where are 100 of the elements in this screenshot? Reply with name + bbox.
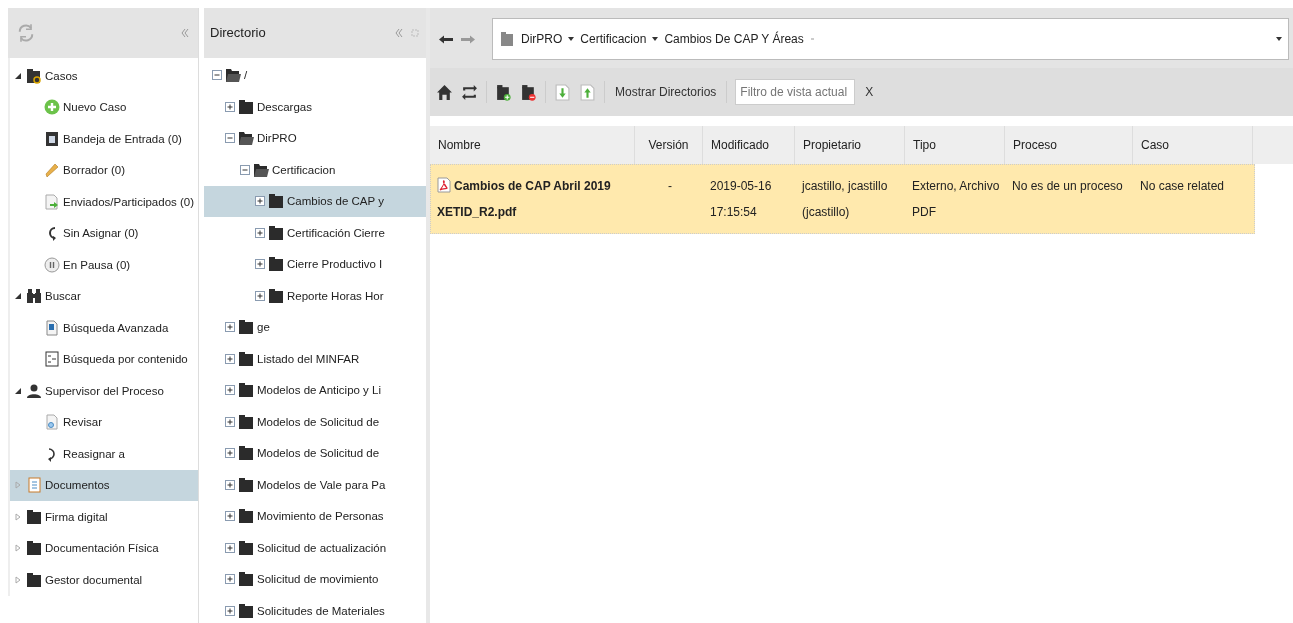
tree-item[interactable]: Solicitud de movimiento (204, 563, 426, 596)
document-icon (44, 319, 60, 336)
expand-icon[interactable] (255, 196, 265, 207)
tree-item[interactable]: Solicitud de actualización (204, 532, 426, 564)
show-directories-button[interactable]: Mostrar Directorios (613, 83, 719, 101)
folder-icon (225, 67, 241, 84)
expand-icon[interactable] (255, 290, 265, 301)
nav-item[interactable]: Supervisor del Proceso (10, 375, 198, 407)
expand-icon[interactable] (225, 322, 235, 333)
nav-item[interactable]: Documentación Física (10, 532, 198, 564)
folder-icon (238, 602, 254, 619)
tree-item[interactable]: Listado del MINFAR (204, 343, 426, 375)
collapse-icon[interactable] (212, 70, 222, 81)
collapse-icon[interactable] (240, 164, 250, 175)
folder-icon (238, 476, 254, 493)
tree-item[interactable]: Movimiento de Personas (204, 500, 426, 533)
tree-item[interactable]: Modelos de Solicitud de (204, 406, 426, 438)
tree-item[interactable]: Reporte Horas Hor (204, 280, 426, 312)
table-row[interactable]: Cambios de CAP Abril 2019 XETID_R2.pdf - 2019-05-16 17:15:54 jcastillo, jcastillo (jcastillo) Externo, Archivo PDF No es de un proceso No case related (430, 164, 1255, 234)
tree-item[interactable]: Certificacion (204, 154, 426, 186)
nav-item[interactable]: Reasignar a (10, 438, 198, 470)
nav-item[interactable]: Enviados/Participados (0) (10, 186, 198, 218)
panel-title: Directorio (210, 25, 267, 41)
expand-icon[interactable] (225, 448, 235, 459)
expand-icon[interactable] (225, 511, 235, 522)
tree-item[interactable]: Modelos de Solicitud de (204, 437, 426, 470)
nav-item[interactable]: Búsqueda por contenido (10, 343, 198, 375)
folder-icon (238, 445, 254, 462)
expand-icon[interactable] (225, 385, 235, 396)
folder-icon (238, 508, 254, 525)
expand-icon[interactable] (255, 227, 265, 238)
tree-item[interactable]: ge (204, 311, 426, 344)
folder-icon (268, 256, 284, 273)
tree-item[interactable]: Modelos de Vale para Pa (204, 469, 426, 501)
folder-icon (238, 413, 254, 430)
back-arrow-icon[interactable] (438, 33, 454, 45)
tree-item[interactable]: / (204, 59, 426, 92)
nav-item[interactable]: En Pausa (0) (10, 249, 198, 281)
nav-item[interactable]: Borrador (0) (10, 154, 198, 186)
table-cell-text: Cambios de CAP Abril 2019 XETID_R2.pdf (437, 176, 612, 221)
expand-icon[interactable] (225, 101, 235, 112)
download-icon[interactable] (554, 83, 571, 101)
document-magnifier-icon (44, 414, 60, 431)
document-arrow-icon (44, 193, 60, 210)
nav-item[interactable]: Documentos (10, 469, 198, 501)
breadcrumb-item[interactable]: Certificacion (580, 32, 647, 46)
collapse-icon[interactable] (225, 133, 235, 144)
nav-item[interactable]: Búsqueda Avanzada (10, 312, 198, 344)
filter-field[interactable]: Filtro de vista actual (735, 79, 856, 105)
breadcrumb-item[interactable]: DirPRO (521, 32, 563, 46)
nav-item[interactable]: Casos (10, 60, 198, 92)
nav-item[interactable]: Buscar (10, 280, 198, 312)
expand-icon[interactable] (255, 259, 265, 270)
nav-item[interactable]: Revisar (10, 406, 198, 438)
expanded-arrow-icon[interactable] (14, 386, 22, 395)
caret-icon[interactable] (652, 36, 659, 42)
expand-icon[interactable] (225, 542, 235, 553)
caret-icon[interactable] (1276, 36, 1282, 42)
swap-arrows-icon[interactable] (461, 83, 478, 101)
tree-item[interactable]: DirPRO (204, 122, 426, 155)
folder-icon (26, 67, 42, 84)
plus-icon (44, 99, 60, 116)
nav-item[interactable]: Sin Asignar (0) (10, 217, 198, 249)
table-cell-text: Externo, Archivo PDF (912, 178, 1000, 221)
delete-folder-icon[interactable] (520, 83, 537, 101)
folder-icon (26, 540, 42, 557)
nav-item[interactable]: Nuevo Caso (10, 91, 198, 123)
tree-item[interactable]: Cierre Productivo I (204, 248, 426, 281)
notebook-icon (26, 477, 42, 494)
nav-item[interactable]: Firma digital (10, 501, 198, 533)
expand-icon[interactable] (225, 605, 235, 616)
person-icon (26, 382, 42, 399)
folder-icon (238, 98, 254, 115)
clear-filter-button[interactable]: X (863, 83, 876, 101)
expand-icon[interactable] (225, 353, 235, 364)
new-folder-icon[interactable] (495, 83, 512, 101)
breadcrumb-bar[interactable]: DirPRO Certificacion Cambios De CAP Y Áreas (492, 18, 1289, 60)
nav-item[interactable]: Gestor documental (10, 564, 198, 596)
expand-icon[interactable] (225, 574, 235, 585)
nav-item[interactable]: Bandeja de Entrada (0) (10, 123, 198, 155)
tree-item[interactable]: Descargas (204, 91, 426, 123)
folder-icon (238, 130, 254, 147)
tree-item[interactable]: Modelos de Anticipo y Li (204, 374, 426, 407)
home-icon[interactable] (436, 83, 453, 101)
folder-icon (26, 571, 42, 588)
tree-item[interactable]: Solicitudes de Materiales (204, 595, 426, 623)
binoculars-icon (26, 288, 42, 305)
expanded-arrow-icon[interactable] (14, 71, 22, 80)
tree-item[interactable]: Cambios de CAP y (204, 185, 426, 218)
folder-icon (238, 571, 254, 588)
expand-icon[interactable] (225, 416, 235, 427)
expanded-arrow-icon[interactable] (14, 292, 22, 301)
folder-icon (238, 350, 254, 367)
caret-icon[interactable] (568, 36, 575, 42)
upload-icon[interactable] (579, 83, 596, 101)
folder-icon (253, 161, 269, 178)
tree-item[interactable]: Certificación Cierre (204, 217, 426, 249)
breadcrumb-item[interactable]: Cambios De CAP Y Áreas (664, 32, 804, 46)
expand-icon[interactable] (225, 479, 235, 490)
table-cell-text: No case related (1140, 178, 1225, 195)
